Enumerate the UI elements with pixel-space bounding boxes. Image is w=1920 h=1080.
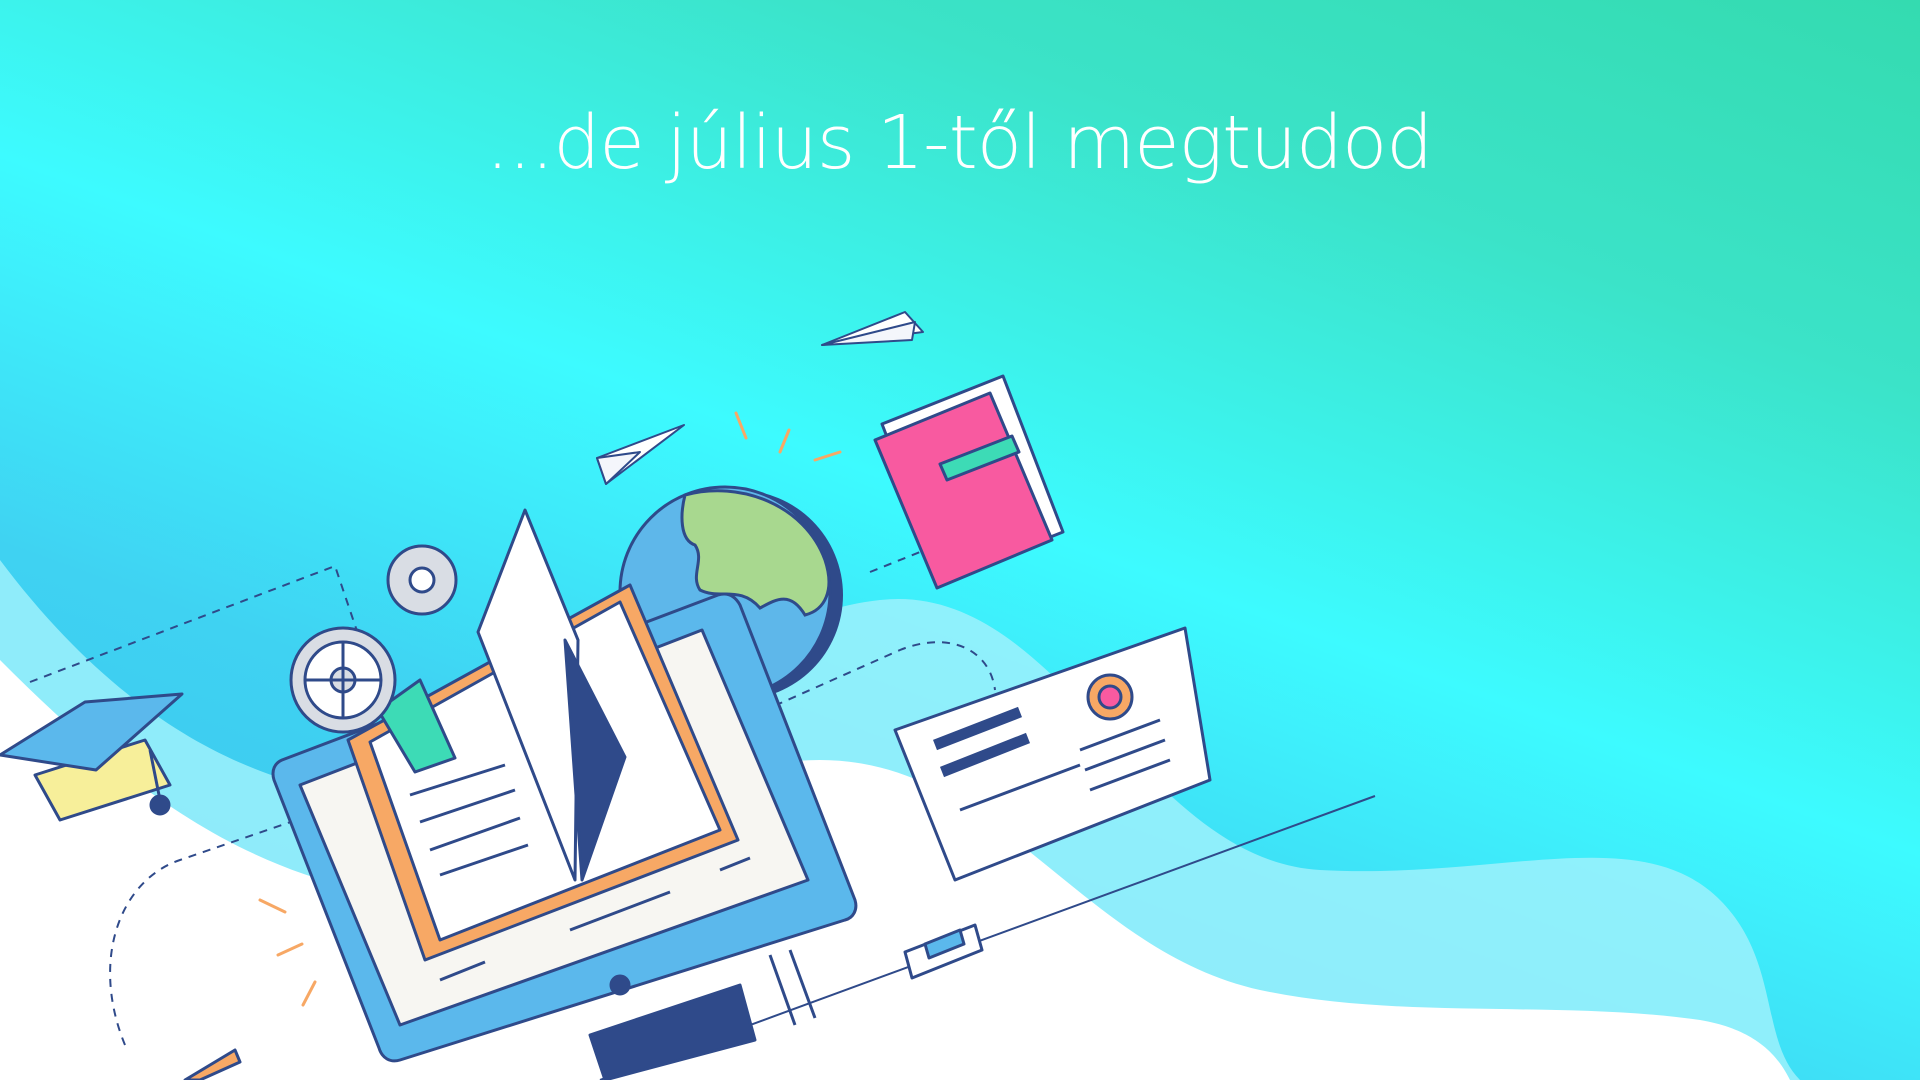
headline: ...de július 1-től megtudod xyxy=(485,100,1433,186)
gear-icon xyxy=(289,626,397,734)
paper-plane-icon xyxy=(821,311,924,346)
paper-plane-icon xyxy=(596,424,685,485)
notebook-icon xyxy=(873,374,1065,590)
gear-icon xyxy=(386,544,458,616)
